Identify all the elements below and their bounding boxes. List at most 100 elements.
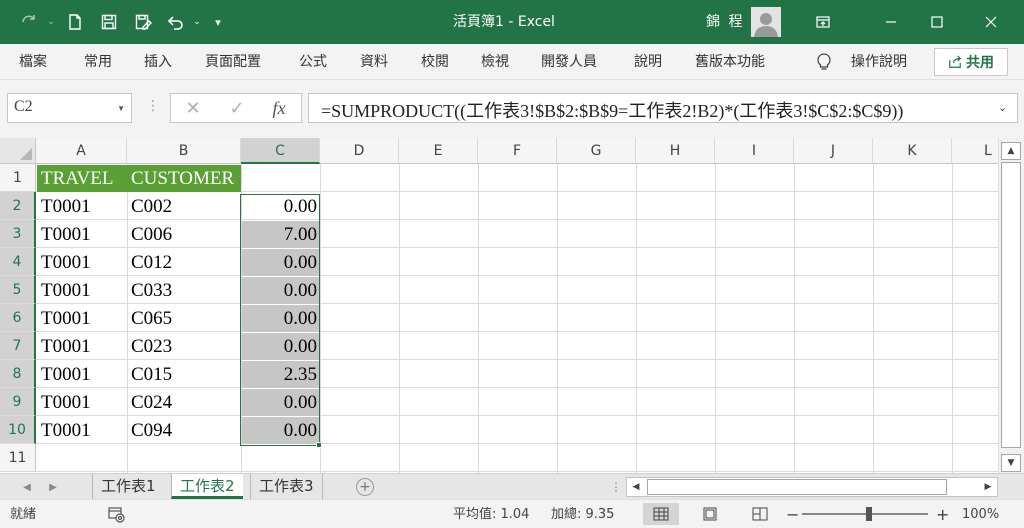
column-header-k[interactable]: K (873, 138, 952, 164)
row-header-3[interactable]: 3 (0, 220, 36, 248)
row-header-5[interactable]: 5 (0, 276, 36, 304)
save-as-icon[interactable] (126, 0, 160, 44)
status-sum[interactable]: 加總: 9.35 (551, 500, 614, 528)
cell-b3[interactable]: C006 (127, 221, 241, 249)
cell-c10[interactable]: 0.00 (242, 417, 320, 444)
fill-handle[interactable] (316, 442, 322, 448)
cell-a1[interactable]: TRAVEL (37, 165, 127, 192)
lightbulb-icon[interactable] (814, 52, 834, 72)
zoom-level[interactable]: 100% (962, 500, 999, 528)
status-average[interactable]: 平均值: 1.04 (453, 500, 529, 528)
cell-b10[interactable]: C094 (127, 417, 241, 445)
user-avatar[interactable] (751, 7, 781, 37)
sheet-tab-2[interactable]: 工作表2 (171, 474, 243, 499)
undo-dropdown-icon[interactable]: ⌄ (190, 0, 204, 44)
insert-function-icon[interactable]: fx (259, 94, 299, 122)
formula-input[interactable]: =SUMPRODUCT((工作表3!$B$2:$B$9=工作表2!B2)*(工作… (308, 93, 1018, 123)
row-header-1[interactable]: 1 (0, 164, 36, 192)
row-header-6[interactable]: 6 (0, 304, 36, 332)
column-header-e[interactable]: E (399, 138, 478, 164)
name-box[interactable]: C2 ▼ (7, 93, 132, 123)
cell-c8[interactable]: 2.35 (242, 361, 320, 388)
new-file-icon[interactable] (58, 0, 92, 44)
tab-file[interactable]: 檔案 (19, 44, 47, 80)
cell-c7[interactable]: 0.00 (242, 333, 320, 360)
column-header-c[interactable]: C (241, 138, 320, 164)
column-header-a[interactable]: A (36, 138, 127, 164)
cell-b1[interactable]: CUSTOMER (127, 165, 241, 192)
autosave-dropdown-icon[interactable]: ⌄ (44, 0, 58, 44)
tell-me-search[interactable]: 操作說明 (851, 44, 907, 80)
cell-b4[interactable]: C012 (127, 249, 241, 277)
vertical-scroll-thumb[interactable] (1001, 162, 1021, 448)
cell-a2[interactable]: T0001 (37, 193, 127, 221)
minimize-icon[interactable] (868, 0, 914, 44)
cell-a8[interactable]: T0001 (37, 361, 127, 389)
scroll-right-icon[interactable]: ▶ (979, 478, 997, 496)
next-sheet-icon[interactable]: ▶ (44, 478, 62, 496)
normal-view-button[interactable] (643, 503, 679, 525)
row-header-4[interactable]: 4 (0, 248, 36, 276)
ribbon-display-options-icon[interactable] (800, 0, 846, 44)
scroll-down-icon[interactable]: ▼ (1001, 454, 1021, 472)
formula-bar-grip-icon[interactable]: ⋮ (146, 98, 160, 118)
cell-c3[interactable]: 7.00 (242, 221, 320, 248)
cell-b9[interactable]: C024 (127, 389, 241, 417)
row-header-9[interactable]: 9 (0, 388, 36, 416)
vertical-scrollbar[interactable]: ▲ ▼ (998, 138, 1024, 473)
tab-help[interactable]: 說明 (634, 44, 662, 80)
scroll-left-icon[interactable]: ◀ (627, 478, 645, 496)
horizontal-scroll-thumb[interactable] (647, 479, 947, 495)
horizontal-scrollbar[interactable]: ◀ ▶ (626, 477, 998, 497)
share-button[interactable]: 共用 (934, 48, 1008, 76)
zoom-in-icon[interactable]: + (936, 500, 949, 528)
column-header-i[interactable]: I (715, 138, 794, 164)
tab-legacy-features[interactable]: 舊版本功能 (695, 44, 765, 80)
cell-c9[interactable]: 0.00 (242, 389, 320, 416)
cell-a7[interactable]: T0001 (37, 333, 127, 361)
cell-a10[interactable]: T0001 (37, 417, 127, 445)
cell-c4[interactable]: 0.00 (242, 249, 320, 276)
accessibility-icon[interactable] (108, 507, 126, 523)
cell-a9[interactable]: T0001 (37, 389, 127, 417)
tab-home[interactable]: 常用 (84, 44, 112, 80)
tab-data[interactable]: 資料 (360, 44, 388, 80)
page-layout-view-button[interactable] (692, 503, 728, 525)
cancel-icon[interactable]: ✕ (173, 94, 213, 122)
worksheet-grid[interactable]: A B C D E F G H I J K L 1 2 3 4 5 6 7 8 … (0, 138, 998, 473)
tab-insert[interactable]: 插入 (144, 44, 172, 80)
select-all-button[interactable] (0, 138, 36, 164)
tab-page-layout[interactable]: 頁面配置 (205, 44, 261, 80)
cell-a3[interactable]: T0001 (37, 221, 127, 249)
cell-b8[interactable]: C015 (127, 361, 241, 389)
zoom-slider[interactable] (802, 513, 928, 515)
cell-a4[interactable]: T0001 (37, 249, 127, 277)
column-header-j[interactable]: J (794, 138, 873, 164)
customize-qat-icon[interactable]: ▾ (204, 0, 232, 44)
cell-c2[interactable]: 0.00 (241, 193, 320, 221)
cell-b5[interactable]: C033 (127, 277, 241, 305)
name-box-dropdown-icon[interactable]: ▼ (117, 104, 125, 113)
prev-sheet-icon[interactable]: ◀ (18, 478, 36, 496)
column-header-d[interactable]: D (320, 138, 399, 164)
enter-icon[interactable]: ✓ (217, 94, 257, 122)
column-header-g[interactable]: G (557, 138, 636, 164)
row-header-7[interactable]: 7 (0, 332, 36, 360)
cell-b2[interactable]: C002 (127, 193, 241, 221)
sheet-tab-1[interactable]: 工作表1 (92, 474, 164, 499)
user-name[interactable]: 錦 程 (706, 0, 744, 44)
tab-view[interactable]: 檢視 (481, 44, 509, 80)
tab-developer[interactable]: 開發人員 (541, 44, 597, 80)
tab-formulas[interactable]: 公式 (299, 44, 327, 80)
close-icon[interactable] (968, 0, 1014, 44)
undo-icon[interactable] (160, 0, 190, 44)
row-header-11[interactable]: 11 (0, 444, 36, 472)
zoom-slider-thumb[interactable] (866, 507, 872, 521)
row-header-8[interactable]: 8 (0, 360, 36, 388)
column-header-b[interactable]: B (127, 138, 241, 164)
column-header-h[interactable]: H (636, 138, 715, 164)
add-sheet-button[interactable]: + (356, 478, 374, 496)
cell-b6[interactable]: C065 (127, 305, 241, 333)
column-header-f[interactable]: F (478, 138, 557, 164)
cell-a5[interactable]: T0001 (37, 277, 127, 305)
